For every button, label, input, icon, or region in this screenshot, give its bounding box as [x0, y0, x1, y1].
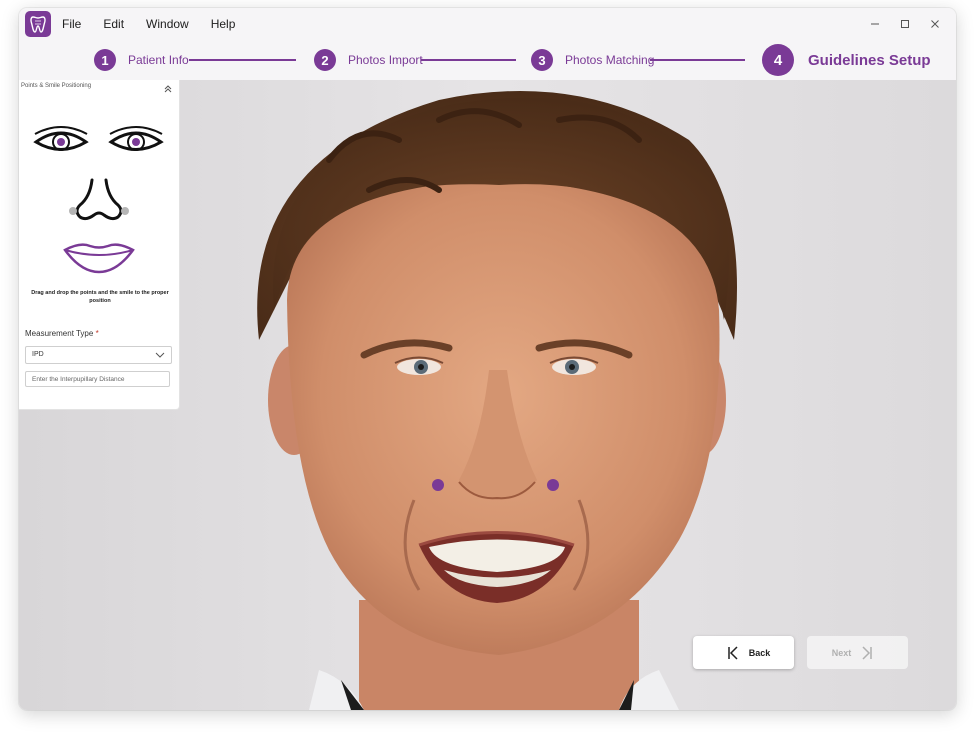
measurement-type-label: Measurement Type *: [25, 329, 99, 338]
left-nose-marker[interactable]: [432, 479, 444, 491]
required-mark: *: [95, 329, 99, 338]
menu-file[interactable]: File: [62, 17, 81, 31]
close-icon[interactable]: [920, 10, 950, 38]
tooth-logo-icon: [25, 11, 51, 37]
step-patient-info[interactable]: 1 Patient Info: [94, 49, 189, 71]
next-button[interactable]: Next: [807, 636, 908, 669]
measurement-type-select[interactable]: IPD: [25, 346, 172, 364]
measurement-type-value: IPD: [32, 351, 44, 358]
step-number: 2: [314, 49, 336, 71]
step-number: 4: [762, 44, 794, 76]
step-label: Photos Matching: [565, 53, 655, 67]
step-guidelines-setup[interactable]: 4 Guidelines Setup: [762, 44, 931, 76]
guidelines-canvas: Points & Smile Positioning Drag and drop…: [19, 80, 956, 710]
lips-icon[interactable]: [62, 240, 136, 274]
points-smile-panel: Points & Smile Positioning Drag and drop…: [19, 80, 180, 410]
ipd-input[interactable]: [25, 371, 170, 387]
step-connector: [650, 59, 745, 61]
step-connector: [421, 59, 516, 61]
step-number: 3: [531, 49, 553, 71]
app-window: File Edit Window Help 1 Patient Info 2 P…: [19, 8, 956, 710]
step-label: Photos Import: [348, 53, 423, 67]
maximize-icon[interactable]: [890, 10, 920, 38]
menu-help[interactable]: Help: [211, 17, 236, 31]
window-controls: [860, 8, 950, 40]
minimize-icon[interactable]: [860, 10, 890, 38]
back-button[interactable]: Back: [693, 636, 794, 669]
step-number: 1: [94, 49, 116, 71]
drag-hint-text: Drag and drop the points and the smile t…: [31, 290, 169, 304]
menu-edit[interactable]: Edit: [103, 17, 124, 31]
back-label: Back: [748, 647, 771, 658]
next-label: Next: [831, 647, 852, 658]
nose-icon[interactable]: [66, 177, 132, 223]
menu-window[interactable]: Window: [146, 17, 189, 31]
panel-title: Points & Smile Positioning: [21, 83, 92, 89]
step-photos-import[interactable]: 2 Photos Import: [314, 49, 423, 71]
step-connector: [189, 59, 296, 61]
skip-back-icon: [727, 645, 738, 660]
right-nose-marker[interactable]: [547, 479, 559, 491]
measurement-type-text: Measurement Type: [25, 329, 94, 338]
chevron-down-icon: [155, 352, 165, 358]
step-label: Patient Info: [128, 53, 189, 67]
collapse-chevron-icon[interactable]: [163, 81, 173, 93]
wizard-stepper: 1 Patient Info 2 Photos Import 3 Photos …: [19, 40, 956, 80]
skip-forward-icon: [862, 645, 872, 660]
right-eye-icon[interactable]: [108, 124, 164, 156]
step-photos-matching[interactable]: 3 Photos Matching: [531, 49, 654, 71]
step-label: Guidelines Setup: [808, 51, 931, 69]
left-eye-icon[interactable]: [33, 124, 89, 156]
menu-bar: File Edit Window Help: [62, 8, 257, 40]
title-bar: File Edit Window Help: [19, 8, 956, 40]
